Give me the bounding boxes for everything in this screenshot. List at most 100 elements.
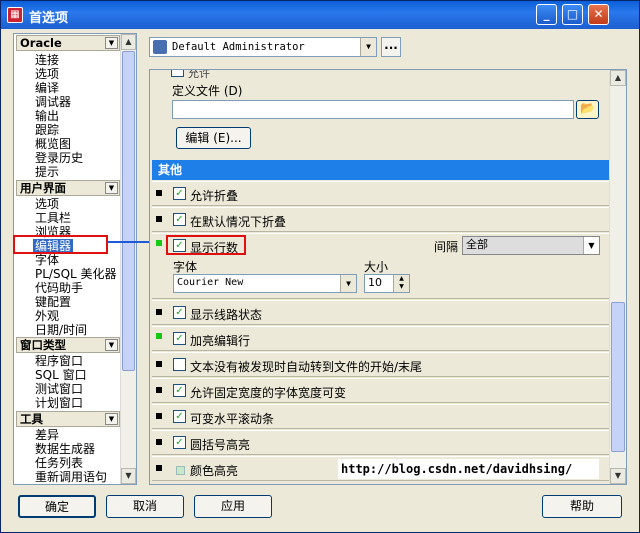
group-tools[interactable]: 工具 ▼ bbox=[16, 411, 120, 427]
cancel-button[interactable]: 取消 bbox=[106, 495, 184, 518]
scroll-up-icon[interactable]: ▲ bbox=[121, 34, 136, 50]
option-row: ✓ 可变水平滚动条 bbox=[152, 404, 610, 429]
group-user-interface[interactable]: 用户界面 ▼ bbox=[16, 180, 120, 196]
list-item[interactable]: 字体 bbox=[35, 253, 59, 267]
list-item[interactable]: 外观 bbox=[35, 309, 59, 323]
font-label: 字体 bbox=[173, 260, 198, 274]
checkbox-allow-fold[interactable]: ✓ bbox=[173, 187, 186, 200]
profile-combo[interactable]: Default Administrator ▼ bbox=[149, 37, 377, 57]
define-file-input[interactable] bbox=[172, 100, 574, 119]
close-button[interactable]: ✕ bbox=[588, 4, 609, 25]
list-item[interactable]: PL/SQL 美化器 bbox=[35, 267, 117, 281]
profile-icon bbox=[153, 40, 167, 54]
checkbox-bracket-highlight[interactable]: ✓ bbox=[173, 436, 186, 449]
list-item[interactable]: 提示 bbox=[35, 165, 59, 179]
chevron-down-icon[interactable]: ▼ bbox=[105, 37, 118, 49]
chevron-down-icon[interactable]: ▼ bbox=[105, 182, 118, 194]
ok-button[interactable]: 确定 bbox=[18, 495, 96, 518]
minimize-button[interactable]: _ bbox=[536, 4, 557, 25]
list-item[interactable]: 选项 bbox=[35, 67, 59, 81]
list-item[interactable]: 重新调用语句 bbox=[35, 470, 107, 484]
chevron-down-icon[interactable]: ▼ bbox=[105, 339, 118, 351]
stepper-arrows-icon[interactable]: ▲ ▼ bbox=[393, 275, 409, 292]
preferences-window: ▦ 首选项 _ □ ✕ Oracle ▼ 连接 选项 编译 调试器 输出 跟踪 概… bbox=[0, 0, 640, 533]
row-marker bbox=[156, 216, 162, 222]
fixed-width-font-label: 允许固定宽度的字体宽度可变 bbox=[190, 386, 347, 400]
row-marker-green bbox=[156, 333, 162, 339]
list-item[interactable]: 工具栏 bbox=[35, 211, 71, 225]
checkbox-auto-wrap[interactable]: ✓ bbox=[173, 358, 186, 371]
row-marker-green bbox=[156, 240, 162, 246]
allow-fold-label: 允许折叠 bbox=[190, 189, 239, 203]
checkbox-partial[interactable]: ✓ bbox=[171, 70, 184, 77]
color-swatch bbox=[176, 466, 185, 475]
category-list[interactable]: Oracle ▼ 连接 选项 编译 调试器 输出 跟踪 概览图 登录历史 提示 用… bbox=[13, 33, 137, 485]
font-select[interactable]: Courier New ▼ bbox=[173, 274, 357, 293]
list-item[interactable]: 键配置 bbox=[35, 295, 71, 309]
list-item[interactable]: 代码助手 bbox=[35, 281, 83, 295]
checkbox-variable-hscroll[interactable]: ✓ bbox=[173, 410, 186, 423]
checkbox-fold-default[interactable]: ✓ bbox=[173, 213, 186, 226]
list-item[interactable]: 程序窗口 bbox=[35, 354, 83, 368]
row-marker bbox=[156, 190, 162, 196]
list-item[interactable]: 调试器 bbox=[35, 95, 71, 109]
chevron-down-icon[interactable]: ▼ bbox=[360, 38, 376, 56]
list-item[interactable]: 输出 bbox=[35, 109, 59, 123]
list-item[interactable]: 计划窗口 bbox=[35, 396, 83, 410]
list-item[interactable]: 日期/时间 bbox=[35, 323, 87, 337]
row-marker bbox=[156, 439, 162, 445]
watermark-url: http://blog.csdn.net/davidhsing/ bbox=[338, 459, 599, 479]
profile-more-button[interactable]: ... bbox=[381, 37, 401, 57]
highlight-box-line-numbers bbox=[166, 235, 246, 255]
list-item[interactable]: SQL 窗口 bbox=[35, 368, 87, 382]
checkbox-fixed-width-font[interactable]: ✓ bbox=[173, 384, 186, 397]
size-label: 大小 bbox=[364, 260, 389, 274]
interval-label: 间隔 bbox=[434, 240, 459, 254]
chevron-down-icon[interactable]: ▼ bbox=[583, 237, 599, 254]
left-scrollbar[interactable]: ▲ ▼ bbox=[120, 34, 136, 484]
list-item[interactable]: 选项 bbox=[35, 197, 59, 211]
highlight-box-editor bbox=[13, 235, 108, 254]
help-button[interactable]: 帮助 bbox=[542, 495, 622, 518]
list-item[interactable]: 测试窗口 bbox=[35, 382, 83, 396]
scroll-down-icon[interactable]: ▼ bbox=[121, 468, 136, 484]
chevron-down-icon[interactable]: ▼ bbox=[340, 275, 356, 292]
option-row: ✓ 显示线路状态 bbox=[152, 300, 610, 325]
list-item[interactable]: 跟踪 bbox=[35, 123, 59, 137]
group-window-types[interactable]: 窗口类型 ▼ bbox=[16, 337, 120, 353]
maximize-button[interactable]: □ bbox=[562, 4, 583, 25]
group-oracle[interactable]: Oracle ▼ bbox=[16, 35, 120, 51]
row-marker bbox=[156, 465, 162, 471]
scroll-up-icon[interactable]: ▲ bbox=[610, 70, 626, 86]
list-item[interactable]: 数据生成器 bbox=[35, 442, 95, 456]
bracket-highlight-label: 圆括号高亮 bbox=[190, 438, 251, 452]
list-item[interactable]: 差异 bbox=[35, 428, 59, 442]
option-row: ✓ 文本没有被发现时自动转到文件的开始/末尾 bbox=[152, 352, 610, 377]
option-row: ✓ 圆括号高亮 bbox=[152, 430, 610, 455]
list-item[interactable]: 登录历史 bbox=[35, 151, 83, 165]
settings-panel: ✓ 允许 定义文件 (D) 📂 编辑 (E)... 其他 ✓ 允许折叠 ✓ 在默… bbox=[149, 69, 627, 485]
size-stepper[interactable]: 10 ▲ ▼ bbox=[364, 274, 410, 293]
checkbox-line-state[interactable]: ✓ bbox=[173, 306, 186, 319]
scroll-thumb[interactable] bbox=[122, 51, 135, 371]
chevron-down-icon[interactable]: ▼ bbox=[105, 413, 118, 425]
interval-select[interactable]: 全部 ▼ bbox=[462, 236, 600, 255]
list-item[interactable]: 编译 bbox=[35, 81, 59, 95]
list-item[interactable]: 任务列表 bbox=[35, 456, 83, 470]
row-marker bbox=[156, 361, 162, 367]
apply-button[interactable]: 应用 bbox=[194, 495, 272, 518]
auto-wrap-label: 文本没有被发现时自动转到文件的开始/末尾 bbox=[190, 360, 423, 374]
list-item[interactable]: 概览图 bbox=[35, 137, 71, 151]
title-bar[interactable]: ▦ 首选项 _ □ ✕ bbox=[1, 1, 639, 29]
right-scrollbar[interactable]: ▲ ▼ bbox=[609, 70, 626, 484]
edit-button[interactable]: 编辑 (E)... bbox=[176, 127, 251, 149]
scroll-down-icon[interactable]: ▼ bbox=[610, 468, 626, 484]
scroll-thumb[interactable] bbox=[611, 302, 625, 452]
interval-value: 全部 bbox=[466, 238, 488, 251]
list-item[interactable]: 连接 bbox=[35, 53, 59, 67]
define-file-label: 定义文件 (D) bbox=[172, 84, 243, 98]
partial-label: 允许 bbox=[188, 69, 210, 80]
option-row: ✓ 允许折叠 bbox=[152, 181, 610, 206]
checkbox-highlight-edit-line[interactable]: ✓ bbox=[173, 332, 186, 345]
folder-icon[interactable]: 📂 bbox=[576, 100, 599, 119]
